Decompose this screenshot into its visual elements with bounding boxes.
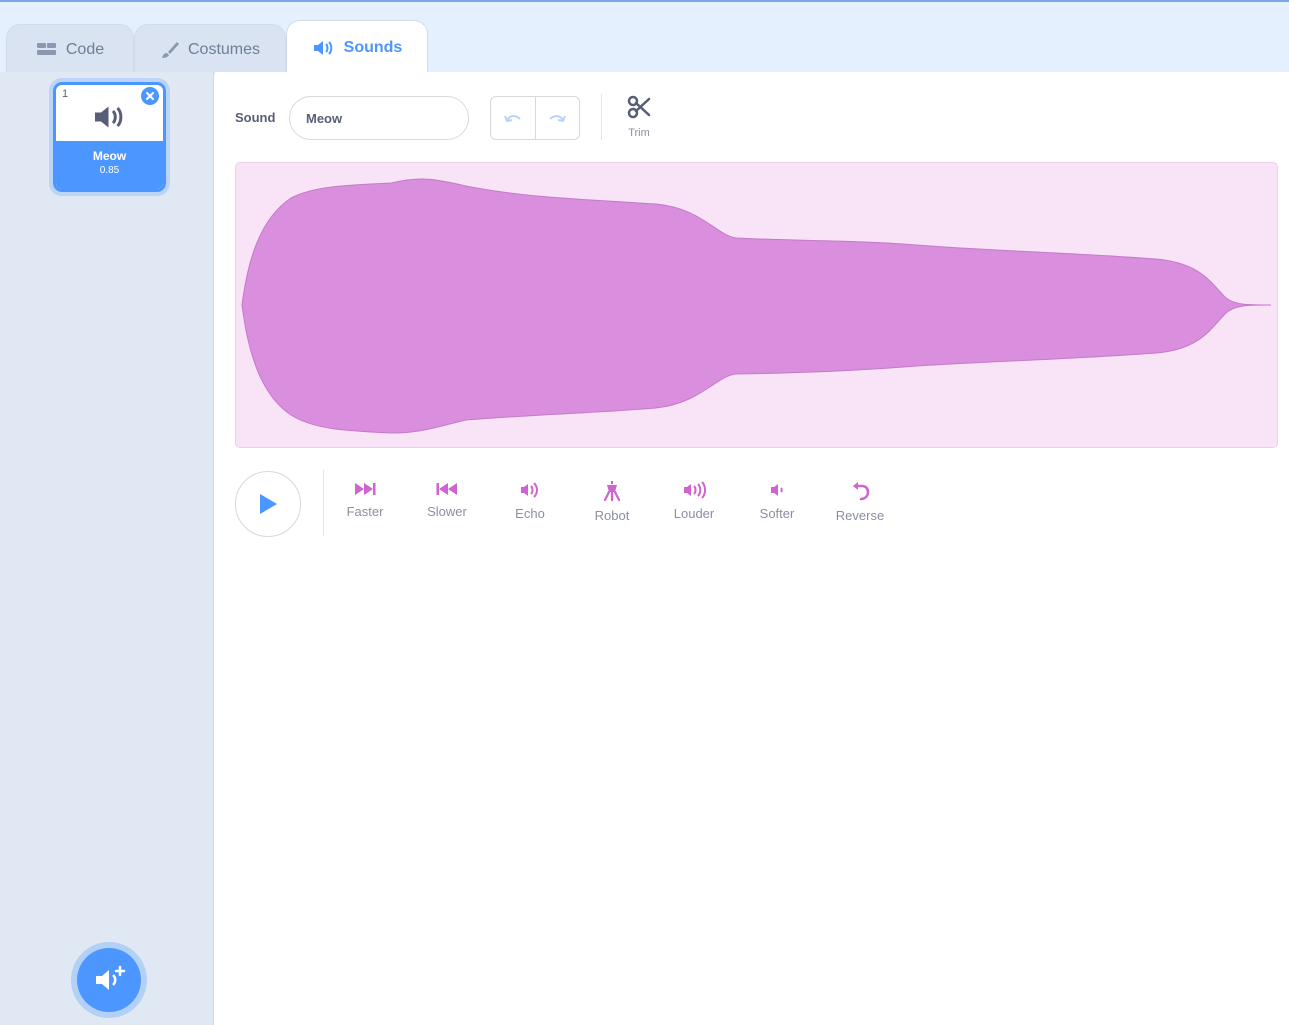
tab-sounds[interactable]: Sounds: [286, 20, 428, 74]
effect-label: Echo: [515, 506, 545, 521]
effect-faster-button[interactable]: Faster: [333, 480, 397, 519]
effect-louder-button[interactable]: Louder: [662, 480, 726, 521]
trim-button[interactable]: Trim: [619, 94, 659, 144]
effect-label: Softer: [759, 506, 795, 521]
effect-label: Faster: [346, 504, 384, 519]
speaker-icon: [313, 40, 332, 55]
effects-divider: [323, 470, 324, 536]
sound-tile-caption: Meow 0.85: [56, 141, 163, 189]
effect-label: Slower: [427, 504, 467, 519]
tab-code[interactable]: Code: [6, 24, 134, 74]
robot-icon: [603, 481, 621, 502]
sound-name-label: Sound: [235, 110, 276, 125]
sound-duration: 0.85: [99, 165, 120, 176]
waveform-shape: [241, 178, 1272, 434]
sound-tile-meow[interactable]: 1 Meow 0.85: [53, 82, 166, 192]
choose-sound-button[interactable]: [77, 948, 141, 1012]
trim-label: Trim: [628, 127, 650, 139]
louder-icon: [684, 481, 706, 499]
undo-redo-group: [490, 96, 580, 140]
sound-index: 1: [62, 88, 69, 100]
effect-echo-button[interactable]: Echo: [498, 480, 562, 521]
tab-label: Code: [65, 40, 105, 58]
effect-label: Louder: [673, 506, 715, 521]
softer-icon: [771, 484, 783, 496]
sound-editor: Sound Trim: [215, 72, 1289, 1025]
undo-icon: [503, 115, 521, 123]
effect-softer-button[interactable]: Softer: [745, 480, 809, 521]
waveform: [241, 178, 1272, 434]
undo-button[interactable]: [491, 97, 535, 139]
scissors-icon: [627, 95, 651, 119]
slower-icon: [436, 483, 457, 495]
sound-list-sidebar: 1 Meow 0.85: [0, 72, 214, 1025]
effect-reverse-button[interactable]: Reverse: [828, 480, 892, 523]
play-button[interactable]: [235, 471, 301, 537]
speaker-icon: [95, 106, 123, 128]
sound-editor-app: Code Costumes Sounds 1 Meow 0.85 Sound M…: [0, 0, 1289, 1025]
tab-label: Sounds: [343, 38, 403, 56]
brush-icon: [161, 41, 179, 58]
echo-icon: [521, 482, 538, 498]
faster-icon: [355, 483, 376, 495]
redo-button[interactable]: [534, 97, 580, 139]
code-icon: [36, 42, 56, 55]
close-icon: [146, 92, 154, 100]
tab-bar: Code Costumes Sounds: [0, 0, 1289, 74]
effect-label: Robot: [594, 508, 630, 523]
sound-name-input[interactable]: [289, 96, 469, 140]
sound-name: Meow: [92, 149, 127, 163]
tab-label: Costumes: [187, 40, 261, 58]
reverse-icon: [853, 482, 870, 501]
effect-robot-button[interactable]: Robot: [580, 480, 644, 523]
waveform-panel[interactable]: [235, 162, 1278, 448]
add-sound-icon: [96, 965, 126, 990]
delete-sound-button[interactable]: [141, 87, 159, 105]
effect-label: Reverse: [835, 508, 885, 523]
play-icon: [260, 494, 277, 514]
toolbar-divider: [601, 94, 602, 140]
effect-slower-button[interactable]: Slower: [415, 480, 479, 519]
tab-costumes[interactable]: Costumes: [134, 24, 286, 74]
redo-icon: [549, 115, 567, 123]
